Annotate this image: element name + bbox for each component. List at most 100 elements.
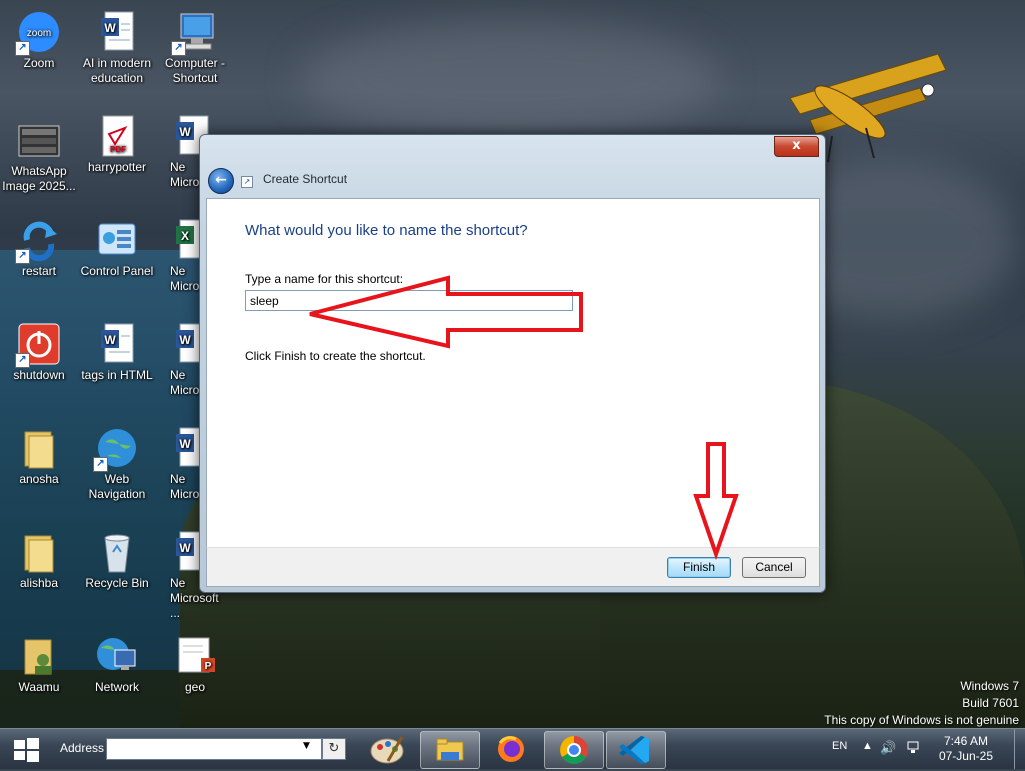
desktop-icon-restart[interactable]: ↗ restart [0, 214, 78, 279]
cloud-shape [300, 20, 720, 140]
vscode-icon [619, 736, 649, 764]
desktop-icon-anosha[interactable]: anosha [0, 422, 78, 487]
taskbar-vscode[interactable] [606, 731, 666, 769]
svg-text:PDF: PDF [110, 145, 126, 154]
close-icon: x [792, 138, 801, 153]
desktop-icon-label: shutdown [13, 368, 65, 382]
chrome-icon [560, 736, 588, 764]
taskbar: Address ▼ ↻ EN ▲ 🔊 7:46 AM 07-Jun-25 [0, 728, 1025, 769]
control-panel-icon [95, 218, 139, 262]
start-button[interactable] [12, 737, 40, 763]
dialog-title: Create Shortcut [263, 172, 348, 186]
word-document-icon: W [95, 10, 139, 54]
desktop-icon-label: alishba [19, 576, 59, 590]
computer-icon: ↗ [171, 10, 217, 56]
folder-user-icon [17, 634, 61, 678]
globe-icon: ↗ [93, 426, 139, 472]
desktop-icon-ai-in-modern-education[interactable]: W AI in modern education [78, 6, 156, 86]
folder-icon [17, 530, 61, 574]
svg-text:W: W [179, 437, 191, 451]
shortcut-icon: ↗ [241, 176, 253, 188]
svg-text:W: W [104, 333, 116, 347]
paint-icon [370, 736, 404, 764]
desktop-icon-computer-shortcut[interactable]: ↗ Computer - Shortcut [156, 6, 234, 86]
svg-text:W: W [179, 541, 191, 555]
file-explorer-icon [436, 738, 464, 761]
desktop-icon-tags-in-html[interactable]: W tags in HTML [78, 318, 156, 383]
desktop-icon-label: harrypotter [87, 160, 147, 174]
volume-icon[interactable]: 🔊 [880, 740, 896, 756]
back-arrow-icon: ← [215, 172, 227, 188]
network-status-icon[interactable] [906, 740, 920, 757]
cancel-button[interactable]: Cancel [742, 557, 806, 578]
image-icon [17, 118, 61, 162]
clock-time: 7:46 AM [943, 734, 988, 748]
desktop-icon-label: AI in modern education [82, 56, 152, 85]
taskbar-chrome[interactable] [544, 731, 604, 769]
desktop-icon-alishba[interactable]: alishba [0, 526, 78, 591]
desktop-icon-geo[interactable]: P geo [156, 630, 234, 695]
desktop-icon-label: Control Panel [80, 264, 154, 278]
taskbar-file-explorer[interactable] [420, 731, 480, 769]
address-label: Address [60, 741, 105, 755]
shortcut-name-input[interactable] [245, 290, 573, 311]
desktop-icon-label: Zoom [23, 56, 55, 70]
desktop-icon-network[interactable]: Network [78, 630, 156, 695]
recycle-bin-icon [95, 530, 139, 574]
svg-text:zoom: zoom [27, 28, 51, 39]
firefox-icon [498, 736, 524, 762]
wizard-footer: Finish Cancel [206, 547, 820, 587]
clock-date: 07-Jun-25 [938, 749, 993, 763]
desktop-icon-whatsapp-image[interactable]: WhatsApp Image 2025... [0, 114, 78, 194]
taskbar-paint[interactable] [358, 731, 416, 767]
language-indicator[interactable]: EN [832, 740, 847, 752]
desktop-icon-zoom[interactable]: zoom ↗ Zoom [0, 6, 78, 71]
finish-button[interactable]: Finish [667, 557, 731, 578]
watermark-line: Windows 7 [960, 679, 1019, 693]
watermark-line: This copy of Windows is not genuine [824, 713, 1019, 727]
desktop-icon-label: Waamu [18, 680, 60, 694]
desktop-icon-label: restart [21, 264, 56, 278]
show-desktop-button[interactable] [1014, 729, 1025, 769]
desktop-icon-harrypotter[interactable]: PDF harrypotter [78, 110, 156, 175]
close-button[interactable]: x [774, 136, 819, 157]
restart-icon: ↗ [15, 218, 61, 264]
watermark-line: Build 7601 [962, 696, 1019, 710]
svg-text:W: W [179, 125, 191, 139]
show-hidden-icons-icon[interactable]: ▲ [862, 740, 873, 752]
windows-logo-icon [14, 738, 39, 762]
desktop-icon-label: tags in HTML [81, 368, 153, 382]
power-icon: ↗ [15, 322, 61, 368]
desktop-icon-label: anosha [19, 472, 59, 486]
desktop-icon-label: geo [184, 680, 206, 694]
clock[interactable]: 7:46 AM 07-Jun-25 [939, 734, 993, 764]
desktop-icon-label: WhatsApp Image 2025... [2, 164, 76, 193]
address-input[interactable] [106, 738, 322, 760]
zoom-icon: zoom ↗ [15, 10, 61, 56]
pdf-icon: PDF [95, 114, 139, 158]
desktop-icon-label: Web Navigation [88, 472, 146, 501]
powerpoint-icon: P [173, 634, 217, 678]
desktop-icon-control-panel[interactable]: Control Panel [78, 214, 156, 279]
svg-text:W: W [179, 333, 191, 347]
wizard-content: What would you like to name the shortcut… [206, 198, 820, 548]
wizard-heading: What would you like to name the shortcut… [245, 222, 528, 239]
create-shortcut-dialog: x ← ↗ Create Shortcut What would you lik… [199, 134, 826, 593]
svg-text:X: X [181, 229, 189, 243]
desktop-icon-label: Recycle Bin [85, 576, 149, 590]
network-icon [95, 634, 139, 678]
desktop-icon-waamu[interactable]: Waamu [0, 630, 78, 695]
desktop-icon-shutdown[interactable]: ↗ shutdown [0, 318, 78, 383]
back-button[interactable]: ← [208, 168, 234, 194]
svg-text:P: P [205, 661, 212, 672]
desktop-icon-recycle-bin[interactable]: Recycle Bin [78, 526, 156, 591]
chevron-down-icon[interactable]: ▼ [303, 741, 310, 751]
word-document-icon: W [95, 322, 139, 366]
svg-text:W: W [104, 21, 116, 35]
refresh-icon[interactable]: ↻ [322, 738, 346, 760]
taskbar-firefox[interactable] [482, 731, 540, 767]
desktop-icon-web-navigation[interactable]: ↗ Web Navigation [78, 422, 156, 502]
desktop-icon-label: Computer - Shortcut [164, 56, 226, 85]
folder-icon [17, 426, 61, 470]
shortcut-name-label: Type a name for this shortcut: [245, 272, 404, 286]
